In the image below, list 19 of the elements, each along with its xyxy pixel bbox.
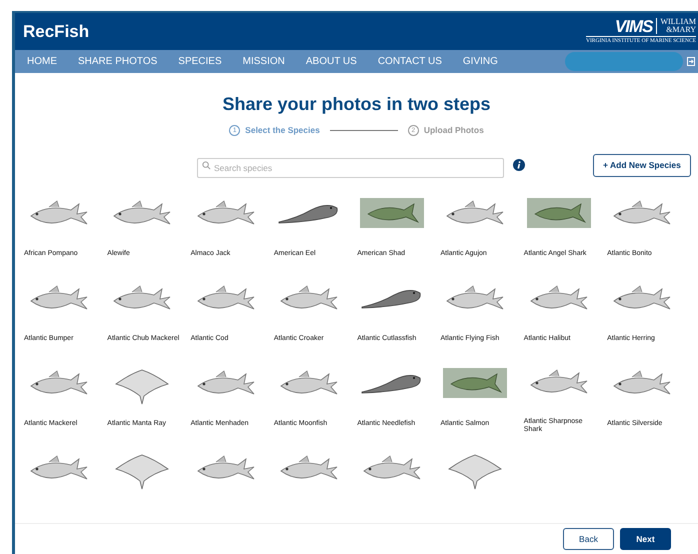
info-icon[interactable] xyxy=(513,159,525,172)
search-field[interactable]: Search species xyxy=(197,158,504,178)
nav-link[interactable]: SPECIES xyxy=(178,54,222,69)
search-icon xyxy=(202,161,211,170)
nav-link[interactable]: MISSION xyxy=(242,54,285,69)
login-icon[interactable] xyxy=(687,57,695,66)
nav-link[interactable]: CONTACT US xyxy=(378,54,442,69)
page-title: Share your photos in two steps xyxy=(221,93,492,116)
logo-mark: VIMS xyxy=(614,18,652,35)
search-field[interactable] xyxy=(565,52,683,71)
next-button[interactable]: Next xyxy=(620,528,671,550)
site-title[interactable]: RecFish xyxy=(23,18,90,44)
back-button[interactable]: Back xyxy=(563,528,614,550)
nav-link[interactable]: HOME xyxy=(27,54,57,69)
nav-link[interactable]: SHARE PHOTOS xyxy=(78,54,158,69)
school-name: WILLIAM &MARY xyxy=(656,18,696,34)
nav-link[interactable]: ABOUT US xyxy=(306,54,357,69)
add-species-button[interactable]: + Add New Species xyxy=(593,154,691,176)
nav-link[interactable]: GIVING xyxy=(462,54,498,69)
